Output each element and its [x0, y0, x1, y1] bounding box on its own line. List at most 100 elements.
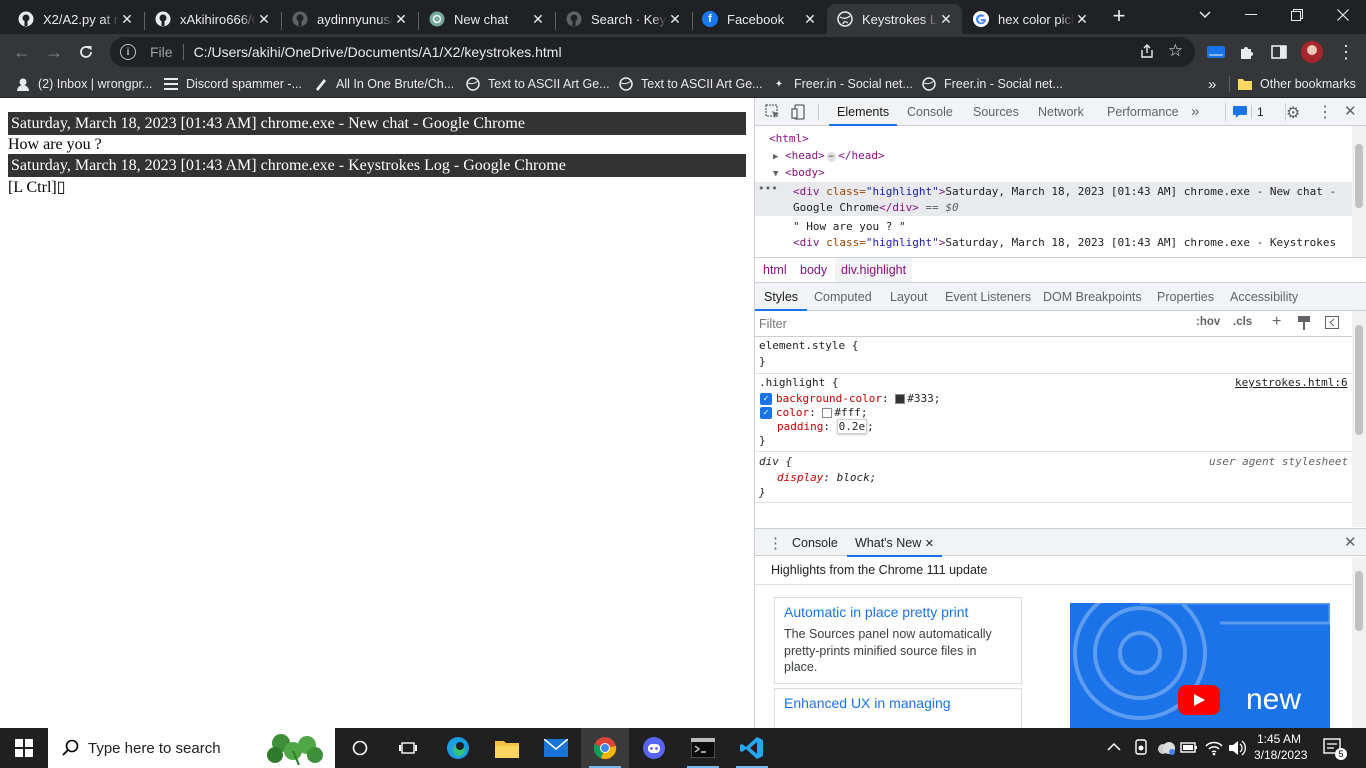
- new-tab-button[interactable]: +: [1108, 5, 1130, 28]
- checkbox-checked[interactable]: ✓: [760, 407, 772, 419]
- bookmark-discord-spammer[interactable]: Discord spammer -...: [164, 74, 302, 94]
- info-icon[interactable]: i: [120, 44, 136, 60]
- tab-keystrokes-log[interactable]: Keystrokes Log ✕: [827, 4, 962, 34]
- toggle-sidebar-icon[interactable]: [1325, 316, 1339, 332]
- reload-icon[interactable]: [72, 38, 100, 66]
- address-bar[interactable]: i File C:/Users/akihi/OneDrive/Documents…: [110, 37, 1195, 67]
- bookmark-freer-2[interactable]: Freer.in - Social net...: [922, 74, 1063, 94]
- side-panel-icon[interactable]: [1265, 38, 1293, 66]
- dom-node-head[interactable]: ▶ <head> ⋯ </head>: [773, 149, 885, 162]
- devtools-tab-network[interactable]: Network: [1038, 98, 1084, 126]
- settings-gear-icon[interactable]: ⚙: [1286, 103, 1300, 123]
- close-icon[interactable]: ✕: [393, 11, 409, 28]
- cortana-icon[interactable]: [336, 728, 384, 768]
- dom-node-selected[interactable]: ••• <div class="highlight">Saturday, Mar…: [755, 182, 1353, 216]
- task-view-icon[interactable]: [384, 728, 432, 768]
- bookmark-star-icon[interactable]: ☆: [1168, 41, 1183, 61]
- vscode-icon[interactable]: [728, 728, 776, 768]
- battery-icon[interactable]: [1180, 740, 1198, 759]
- extensions-icon[interactable]: [1233, 38, 1261, 66]
- breadcrumb-body[interactable]: body: [800, 263, 827, 277]
- drawer-tab-console[interactable]: Console: [792, 529, 838, 557]
- color-swatch[interactable]: [822, 408, 833, 418]
- decl-display[interactable]: display: block;: [777, 471, 876, 484]
- terminal-icon[interactable]: [679, 728, 727, 768]
- wifi-icon[interactable]: [1205, 740, 1223, 759]
- close-devtools-icon[interactable]: ✕: [1344, 102, 1357, 120]
- tab-xakihiro[interactable]: xAkihiro666/Chrome ✕: [145, 4, 280, 34]
- tab-dom-breakpoints[interactable]: DOM Breakpoints: [1043, 283, 1142, 311]
- decl-color[interactable]: ✓ color: #fff;: [760, 406, 868, 419]
- tab-computed[interactable]: Computed: [814, 283, 872, 311]
- chrome-icon[interactable]: [581, 728, 629, 768]
- close-icon[interactable]: ✕: [530, 11, 546, 28]
- share-icon[interactable]: [1139, 43, 1155, 64]
- inspect-element-icon[interactable]: [765, 104, 781, 123]
- forward-arrow-icon[interactable]: →: [40, 38, 68, 66]
- dom-node-body[interactable]: ▼ <body>: [773, 166, 825, 179]
- close-icon[interactable]: ✕: [925, 538, 934, 550]
- system-clock[interactable]: 1:45 AM 3/18/2023: [1254, 731, 1307, 763]
- tab-x2-a2[interactable]: X2/A2.py at main ✕: [8, 4, 143, 34]
- source-link[interactable]: keystrokes.html:6: [1235, 376, 1348, 389]
- device-toolbar-icon[interactable]: [791, 104, 807, 123]
- cls-button[interactable]: .cls: [1233, 316, 1252, 328]
- bookmark-inbox[interactable]: (2) Inbox | wrongpr...: [16, 74, 152, 94]
- menu-kebab-icon[interactable]: ⋮: [1332, 38, 1360, 66]
- breadcrumb-html[interactable]: html: [763, 263, 787, 277]
- volume-icon[interactable]: [1228, 740, 1246, 759]
- dom-node-div2[interactable]: <div class="highlight">Saturday, March 1…: [793, 236, 1336, 249]
- close-window-button[interactable]: [1320, 0, 1366, 30]
- tab-accessibility[interactable]: Accessibility: [1230, 283, 1298, 311]
- close-drawer-icon[interactable]: ✕: [1344, 533, 1357, 551]
- rule-element-style[interactable]: element.style { }: [759, 339, 858, 368]
- tab-styles[interactable]: Styles: [755, 283, 808, 311]
- dom-text-node[interactable]: " How are you ? ": [793, 220, 906, 233]
- checkbox-checked[interactable]: ✓: [760, 393, 772, 405]
- restore-button[interactable]: [1274, 0, 1320, 30]
- drawer-scrollbar[interactable]: [1352, 557, 1366, 728]
- styles-scrollbar[interactable]: [1352, 311, 1366, 527]
- color-swatch[interactable]: [895, 394, 906, 404]
- weather-cloud-icon[interactable]: [1156, 740, 1176, 759]
- tab-event-listeners[interactable]: Event Listeners: [945, 283, 1031, 311]
- rule-div[interactable]: div {: [759, 455, 792, 468]
- notification-center-icon[interactable]: 5: [1323, 738, 1347, 761]
- dom-node-html[interactable]: <html>: [769, 132, 809, 145]
- tab-search-button[interactable]: [1182, 0, 1228, 30]
- close-icon[interactable]: ✕: [119, 11, 135, 28]
- new-rule-plus-icon[interactable]: +: [1272, 313, 1281, 331]
- tab-new-chat[interactable]: New chat ✕: [419, 4, 554, 34]
- more-tabs-chevron-icon[interactable]: »: [1191, 98, 1199, 126]
- bookmark-ascii-1[interactable]: Text to ASCII Art Ge...: [466, 74, 610, 94]
- meet-now-icon[interactable]: [1133, 739, 1149, 760]
- padding-value-editor[interactable]: 0.2e: [836, 419, 868, 434]
- paint-brush-icon[interactable]: [1297, 315, 1311, 334]
- devtools-menu-icon[interactable]: ⋮: [1317, 102, 1333, 122]
- tab-properties[interactable]: Properties: [1157, 283, 1214, 311]
- close-icon[interactable]: ✕: [667, 11, 683, 28]
- close-icon[interactable]: ✕: [802, 11, 818, 28]
- tab-hex-color-picker[interactable]: hex color picker ✕: [963, 4, 1098, 34]
- bookmark-ascii-2[interactable]: Text to ASCII Art Ge...: [619, 74, 763, 94]
- dom-tree[interactable]: <html> ▶ <head> ⋯ </head> ▼ <body> ••• <di…: [755, 126, 1353, 257]
- windows-start-icon[interactable]: [0, 728, 48, 768]
- tab-layout[interactable]: Layout: [890, 283, 928, 311]
- card-title[interactable]: Enhanced UX in managing: [784, 695, 1012, 711]
- devtools-tab-elements[interactable]: Elements: [829, 98, 898, 126]
- bookmarks-overflow-button[interactable]: »: [1208, 74, 1216, 94]
- video-thumbnail[interactable]: new: [1070, 603, 1330, 728]
- close-icon[interactable]: ✕: [1074, 11, 1090, 28]
- devtools-tab-sources[interactable]: Sources: [973, 98, 1019, 126]
- devtools-tab-console[interactable]: Console: [907, 98, 953, 126]
- drawer-menu-icon[interactable]: ⋮: [768, 534, 783, 552]
- tab-search-keylogger[interactable]: Search · Keylogger ✕: [556, 4, 691, 34]
- extension-puzzle-blue-icon[interactable]: [1202, 38, 1230, 66]
- back-arrow-icon[interactable]: ←: [8, 38, 36, 66]
- rule-highlight[interactable]: .highlight {: [759, 376, 838, 389]
- dom-scrollbar[interactable]: [1352, 126, 1366, 257]
- minimize-button[interactable]: [1228, 0, 1274, 30]
- show-hidden-icons-chevron[interactable]: [1107, 740, 1123, 756]
- more-icon[interactable]: •••: [758, 182, 778, 195]
- feature-card-enhanced-ux[interactable]: Enhanced UX in managing: [774, 688, 1022, 728]
